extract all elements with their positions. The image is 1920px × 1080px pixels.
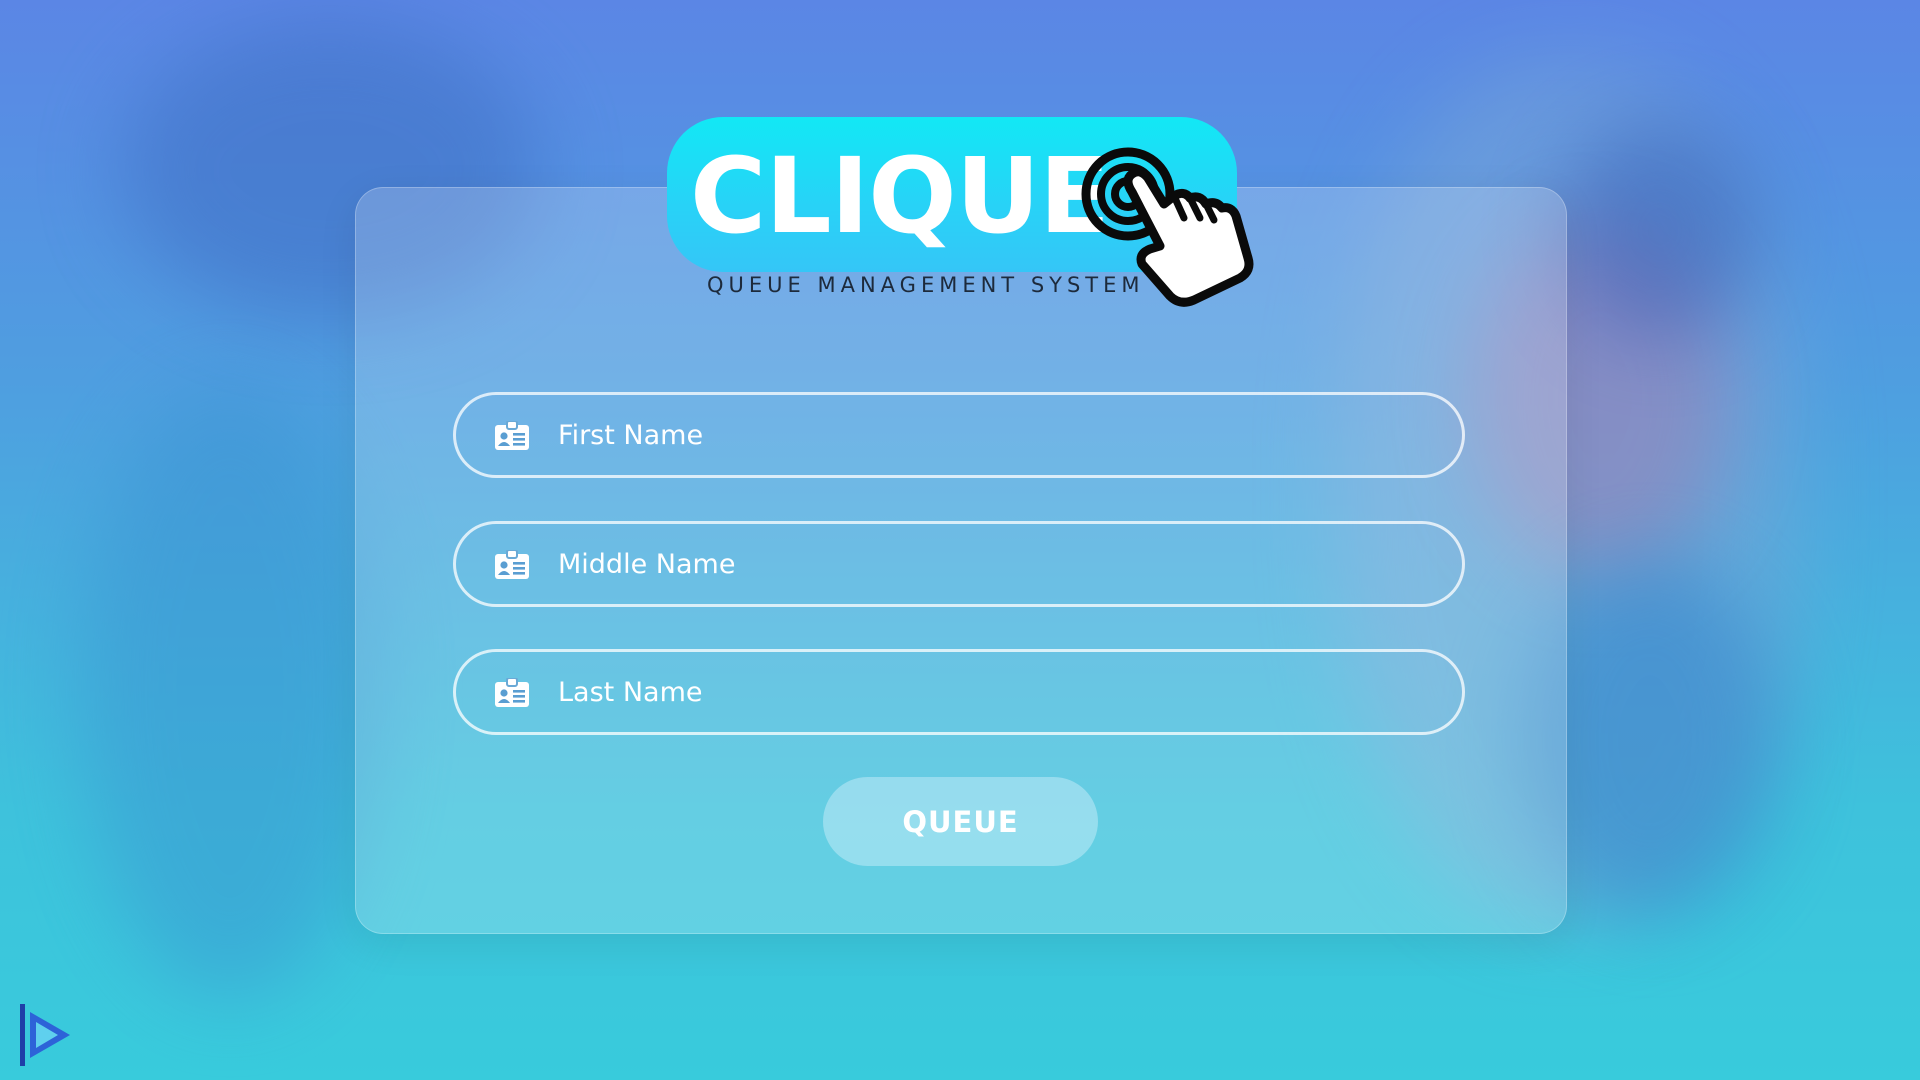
first-name-input[interactable] [558,395,1418,475]
first-name-field[interactable] [453,392,1465,478]
id-card-icon [495,421,529,450]
queue-button[interactable]: QUEUE [823,777,1098,866]
id-card-icon [495,678,529,707]
last-name-input[interactable] [558,652,1418,732]
middle-name-input[interactable] [558,524,1418,604]
background-blur-shape [1560,120,1760,340]
play-icon[interactable] [18,1000,74,1070]
background-blur-shape [80,380,380,1000]
id-card-icon [495,550,529,579]
middle-name-field[interactable] [453,521,1465,607]
logo-text: CLIQUE [690,135,1110,257]
last-name-field[interactable] [453,649,1465,735]
subtitle: QUEUE MANAGEMENT SYSTEM [707,273,1145,297]
